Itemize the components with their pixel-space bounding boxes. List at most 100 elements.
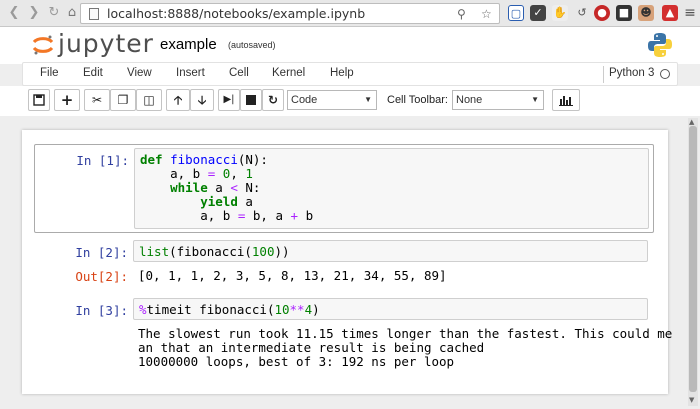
scissors-icon: ✂ bbox=[91, 93, 103, 107]
avatar-icon[interactable]: ☻ bbox=[638, 5, 654, 21]
cut-button[interactable]: ✂ bbox=[84, 89, 110, 111]
cell-toolbar-label: Cell Toolbar: bbox=[387, 94, 448, 106]
arrow-up-icon: 🡡 bbox=[173, 93, 183, 107]
refresh-extension-icon[interactable]: ↺ bbox=[574, 5, 590, 21]
output-line: an that an intermediate result is being … bbox=[138, 340, 485, 355]
keyword-def: def bbox=[140, 152, 163, 167]
code-cell-1[interactable]: In [1]: def fibonacci(N): a, b = 0, 1 wh… bbox=[34, 144, 654, 233]
output-prompt: Out[2]: bbox=[75, 269, 128, 284]
plus-icon: + bbox=[60, 91, 74, 109]
adblock-icon[interactable]: ● bbox=[594, 5, 610, 21]
restart-kernel-button[interactable]: ↻ bbox=[262, 89, 284, 111]
hand-icon[interactable]: ✋ bbox=[552, 5, 568, 21]
menu-edit[interactable]: Edit bbox=[83, 67, 103, 79]
page-icon bbox=[89, 8, 99, 20]
save-button[interactable] bbox=[28, 89, 50, 111]
code-line: a, b = b, a + b bbox=[140, 208, 314, 223]
move-down-button[interactable]: 🡣 bbox=[190, 89, 214, 111]
kernel-name: Python 3 bbox=[609, 67, 655, 79]
mask-icon[interactable]: ■ bbox=[616, 5, 632, 21]
number-literal: 4 bbox=[304, 302, 313, 317]
save-icon bbox=[33, 94, 45, 106]
arrow-down-icon: 🡣 bbox=[197, 93, 207, 107]
code-editor[interactable]: list(fibonacci(100)) bbox=[139, 245, 290, 259]
menu-view[interactable]: View bbox=[127, 67, 152, 79]
code-line: yield a bbox=[200, 194, 253, 209]
cell-toolbar-chart-button[interactable] bbox=[552, 89, 580, 111]
notebook-header: jupyter example (autosaved) bbox=[0, 27, 700, 64]
cell-type-select[interactable]: Code ▼ bbox=[287, 90, 377, 110]
restart-icon: ↻ bbox=[267, 93, 279, 107]
address-bar[interactable]: localhost:8888/notebooks/example.ipynb ⚲… bbox=[80, 3, 500, 24]
input-prompt: In [1]: bbox=[76, 153, 129, 168]
stop-icon bbox=[246, 95, 256, 105]
home-icon[interactable]: ⌂ bbox=[64, 5, 80, 21]
bar-chart-icon bbox=[559, 96, 573, 106]
paste-button[interactable]: ◫ bbox=[136, 89, 162, 111]
number-literal: 10 bbox=[274, 302, 290, 317]
kernel-divider bbox=[603, 66, 604, 83]
reload-icon[interactable]: ↻ bbox=[46, 5, 62, 21]
insert-cell-button[interactable]: + bbox=[54, 89, 80, 111]
search-icon[interactable]: ⚲ bbox=[457, 7, 466, 21]
scroll-up-icon[interactable]: ▲ bbox=[689, 118, 694, 126]
cell-output: [0, 1, 1, 2, 3, 5, 8, 13, 21, 34, 55, 89… bbox=[138, 268, 447, 283]
code-cell-3[interactable]: In [3]: %timeit fibonacci(10**4) The slo… bbox=[34, 296, 672, 386]
menu-kernel[interactable]: Kernel bbox=[272, 67, 305, 79]
code-input-area[interactable]: list(fibonacci(100)) bbox=[133, 240, 648, 262]
caret-down-icon: ▼ bbox=[531, 95, 539, 104]
cell-type-value: Code bbox=[291, 94, 318, 106]
kernel-idle-indicator-icon bbox=[660, 69, 670, 79]
extension-box-icon[interactable]: ▢ bbox=[508, 5, 524, 21]
notebook-container: In [1]: def fibonacci(N): a, b = 0, 1 wh… bbox=[22, 130, 672, 394]
menu-help[interactable]: Help bbox=[330, 67, 354, 79]
scroll-down-icon[interactable]: ▼ bbox=[689, 396, 694, 404]
input-prompt: In [2]: bbox=[75, 245, 128, 260]
magic-command: % bbox=[139, 302, 147, 317]
run-cell-button[interactable]: ▶| bbox=[218, 89, 240, 111]
notebook-toolbar: + ✂ ❐ ◫ 🡡 🡣 ▶| ↻ Code ▼ Cell Toolbar: No… bbox=[0, 86, 700, 116]
bookmark-star-icon[interactable]: ☆ bbox=[481, 7, 492, 21]
copy-button[interactable]: ❐ bbox=[110, 89, 136, 111]
cell-toolbar-value: None bbox=[456, 94, 483, 106]
menu-insert[interactable]: Insert bbox=[176, 67, 205, 79]
back-arrow-icon[interactable]: ❮ bbox=[6, 5, 22, 21]
forward-arrow-icon[interactable]: ❯ bbox=[26, 5, 42, 21]
notebook-name[interactable]: example bbox=[160, 36, 217, 53]
output-line: 10000000 loops, best of 3: 192 ns per lo… bbox=[138, 354, 455, 369]
code-line: def fibonacci(N): bbox=[140, 152, 268, 167]
number-literal: 100 bbox=[251, 244, 275, 259]
vertical-scrollbar[interactable]: ▲ ▼ bbox=[688, 118, 698, 406]
code-line: a, b = 0, 1 bbox=[140, 166, 253, 181]
copy-icon: ❐ bbox=[117, 93, 129, 107]
interrupt-button[interactable] bbox=[240, 89, 262, 111]
jupyter-logo-icon[interactable] bbox=[32, 34, 54, 56]
shield-check-icon[interactable]: ✓ bbox=[530, 5, 546, 21]
cell-output: The slowest run took 11.15 times longer … bbox=[138, 327, 672, 369]
scroll-thumb[interactable] bbox=[689, 126, 697, 392]
output-line: The slowest run took 11.15 times longer … bbox=[138, 326, 673, 341]
paste-icon: ◫ bbox=[143, 93, 155, 107]
code-cell-2[interactable]: In [2]: list(fibonacci(100)) Out[2]: [0,… bbox=[34, 238, 654, 286]
url-text: localhost:8888/notebooks/example.ipynb bbox=[107, 6, 366, 21]
code-editor[interactable]: def fibonacci(N): a, b = 0, 1 while a < … bbox=[140, 153, 313, 223]
python-logo-icon bbox=[648, 33, 672, 57]
caret-down-icon: ▼ bbox=[364, 95, 372, 104]
menu-cell[interactable]: Cell bbox=[229, 67, 249, 79]
menu-icon[interactable]: ≡ bbox=[682, 5, 698, 21]
code-editor[interactable]: %timeit fibonacci(10**4) bbox=[139, 303, 320, 317]
cell-toolbar-select[interactable]: None ▼ bbox=[452, 90, 544, 110]
code-input-area[interactable]: def fibonacci(N): a, b = 0, 1 while a < … bbox=[134, 148, 649, 229]
code-input-area[interactable]: %timeit fibonacci(10**4) bbox=[133, 298, 648, 320]
menu-bar: File Edit View Insert Cell Kernel Help P… bbox=[22, 62, 678, 86]
function-name: fibonacci bbox=[170, 152, 238, 167]
save-status: (autosaved) bbox=[228, 40, 276, 50]
code-line: while a < N: bbox=[170, 180, 261, 195]
browser-toolbar: ❮ ❯ ↻ ⌂ localhost:8888/notebooks/example… bbox=[0, 0, 700, 27]
menu-file[interactable]: File bbox=[40, 67, 59, 79]
operator: ** bbox=[289, 302, 305, 317]
extension-red-icon[interactable]: ▲ bbox=[662, 5, 678, 21]
step-forward-icon: ▶| bbox=[223, 94, 235, 105]
jupyter-wordmark[interactable]: jupyter bbox=[58, 29, 154, 58]
move-up-button[interactable]: 🡡 bbox=[166, 89, 190, 111]
